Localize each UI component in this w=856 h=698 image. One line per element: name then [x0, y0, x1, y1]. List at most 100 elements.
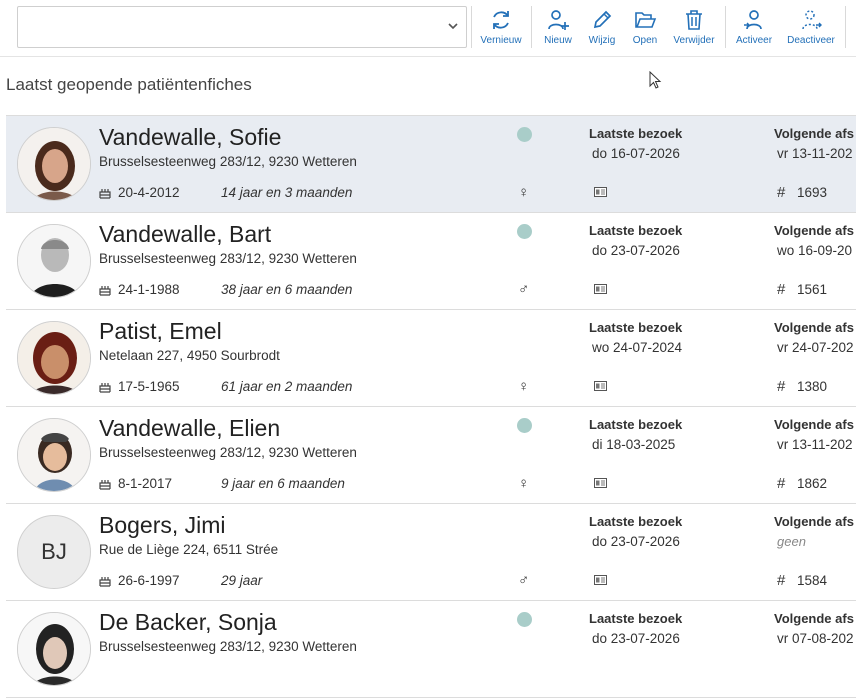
- toolbar: Vernieuw Nieuw Wijzig Open Verwijder Act…: [0, 0, 856, 57]
- patient-row[interactable]: Patist, Emel Netelaan 227, 4950 Sourbrod…: [6, 310, 856, 407]
- patient-dob: 17-5-1965: [118, 379, 180, 394]
- status-dot: [517, 224, 532, 239]
- id-card-icon: [594, 187, 607, 197]
- last-visit-label: Laatste bezoek: [589, 223, 683, 238]
- user-deactivate-icon: [802, 10, 822, 30]
- edit-label: Wijzig: [588, 35, 616, 46]
- last-visit-date: di 18-03-2025: [592, 437, 676, 452]
- delete-button[interactable]: Verwijder: [671, 6, 717, 50]
- refresh-icon: [493, 11, 509, 29]
- patient-row[interactable]: De Backer, Sonja Brusselsesteenweg 283/1…: [6, 601, 856, 698]
- patient-age: 29 jaar: [221, 573, 263, 588]
- next-appointment-label: Volgende afs: [774, 320, 854, 335]
- next-appointment-date: wo 16-09-20: [777, 243, 853, 258]
- patient-avatar: [17, 612, 91, 686]
- toolbar-divider: [531, 6, 532, 48]
- patient-name[interactable]: Vandewalle, Elien: [99, 415, 280, 442]
- hash-icon: #: [777, 378, 786, 395]
- patient-age: 9 jaar en 6 maanden: [221, 476, 345, 491]
- patient-row[interactable]: BJ Bogers, Jimi Rue de Liège 224, 6511 S…: [6, 504, 856, 601]
- patient-address: Brusselsesteenweg 283/12, 9230 Wetteren: [99, 251, 357, 266]
- add-user-icon: [548, 10, 569, 30]
- refresh-button[interactable]: Vernieuw: [477, 6, 525, 50]
- page-title: Laatst geopende patiëntenfiches: [6, 75, 252, 94]
- activate-label: Activeer: [735, 35, 773, 46]
- activate-button[interactable]: Activeer: [733, 6, 775, 50]
- toolbar-divider: [471, 6, 472, 48]
- status-dot: [517, 418, 532, 433]
- hash-icon: #: [777, 184, 786, 201]
- patient-address: Brusselsesteenweg 283/12, 9230 Wetteren: [99, 639, 357, 654]
- deactivate-button[interactable]: Deactiveer: [784, 6, 838, 50]
- last-visit-date: do 23-07-2026: [592, 631, 680, 646]
- male-icon: ♂: [518, 281, 530, 298]
- next-appointment-date: geen: [777, 534, 806, 549]
- birthday-cake-icon: [99, 383, 111, 393]
- next-appointment-date: vr 24-07-202: [777, 340, 854, 355]
- patient-dob: 8-1-2017: [118, 476, 173, 491]
- patient-address: Brusselsesteenweg 283/12, 9230 Wetteren: [99, 445, 357, 460]
- patient-number: 1380: [797, 379, 828, 394]
- last-visit-label: Laatste bezoek: [589, 514, 683, 529]
- patient-search-dropdown[interactable]: [17, 6, 467, 48]
- birthday-cake-icon: [99, 189, 111, 199]
- trash-icon: [686, 10, 702, 30]
- female-icon: ♀: [518, 184, 530, 201]
- last-visit-date: wo 24-07-2024: [592, 340, 683, 355]
- birthday-cake-icon: [99, 286, 111, 296]
- toolbar-divider: [845, 6, 846, 48]
- edit-button[interactable]: Wijzig: [584, 6, 620, 50]
- chevron-down-icon[interactable]: [446, 19, 460, 33]
- patient-name[interactable]: Bogers, Jimi: [99, 512, 226, 539]
- patient-row[interactable]: Vandewalle, Sofie Brusselsesteenweg 283/…: [6, 115, 856, 213]
- patient-row[interactable]: Vandewalle, Bart Brusselsesteenweg 283/1…: [6, 213, 856, 310]
- next-appointment-date: vr 07-08-202: [777, 631, 854, 646]
- hash-icon: #: [777, 572, 786, 589]
- status-dot: [517, 612, 532, 627]
- patient-dob: 26-6-1997: [118, 573, 180, 588]
- female-icon: ♀: [518, 378, 530, 395]
- hash-icon: #: [777, 475, 786, 492]
- open-label: Open: [632, 35, 658, 46]
- refresh-label: Vernieuw: [480, 35, 522, 46]
- id-card-icon: [594, 381, 607, 391]
- patient-number: 1561: [797, 282, 828, 297]
- birthday-cake-icon: [99, 480, 111, 490]
- next-appointment-label: Volgende afs: [774, 126, 854, 141]
- last-visit-date: do 16-07-2026: [592, 146, 680, 161]
- last-visit-label: Laatste bezoek: [589, 320, 683, 335]
- last-visit-label: Laatste bezoek: [589, 126, 683, 141]
- next-appointment-label: Volgende afs: [774, 417, 854, 432]
- id-card-icon: [594, 284, 607, 294]
- toolbar-divider: [725, 6, 726, 48]
- patient-name[interactable]: Vandewalle, Sofie: [99, 124, 281, 151]
- user-activate-icon: [744, 10, 762, 30]
- patient-avatar: [17, 224, 91, 298]
- patient-dob: 24-1-1988: [118, 282, 180, 297]
- pencil-icon: [593, 10, 612, 29]
- patient-age: 14 jaar en 3 maanden: [221, 185, 353, 200]
- last-visit-label: Laatste bezoek: [589, 417, 683, 432]
- patient-name[interactable]: Patist, Emel: [99, 318, 222, 345]
- patient-row[interactable]: Vandewalle, Elien Brusselsesteenweg 283/…: [6, 407, 856, 504]
- status-dot: [517, 127, 532, 142]
- patient-dob: 20-4-2012: [118, 185, 180, 200]
- patient-list: Vandewalle, Sofie Brusselsesteenweg 283/…: [6, 115, 856, 698]
- hash-icon: #: [777, 281, 786, 298]
- mouse-cursor-icon: [649, 71, 662, 89]
- patient-name[interactable]: De Backer, Sonja: [99, 609, 277, 636]
- last-visit-date: do 23-07-2026: [592, 534, 680, 549]
- last-visit-label: Laatste bezoek: [589, 611, 683, 626]
- patient-address: Netelaan 227, 4950 Sourbrodt: [99, 348, 280, 363]
- open-button[interactable]: Open: [628, 6, 662, 50]
- new-patient-button[interactable]: Nieuw: [538, 6, 578, 50]
- patient-name[interactable]: Vandewalle, Bart: [99, 221, 271, 248]
- id-card-icon: [594, 575, 607, 585]
- deactivate-label: Deactiveer: [787, 35, 835, 46]
- patient-avatar-initials: BJ: [17, 515, 91, 589]
- patient-number: 1862: [797, 476, 828, 491]
- patient-number: 1693: [797, 185, 828, 200]
- next-appointment-date: vr 13-11-202: [777, 146, 853, 161]
- patient-number: 1584: [797, 573, 828, 588]
- folder-open-icon: [635, 12, 657, 28]
